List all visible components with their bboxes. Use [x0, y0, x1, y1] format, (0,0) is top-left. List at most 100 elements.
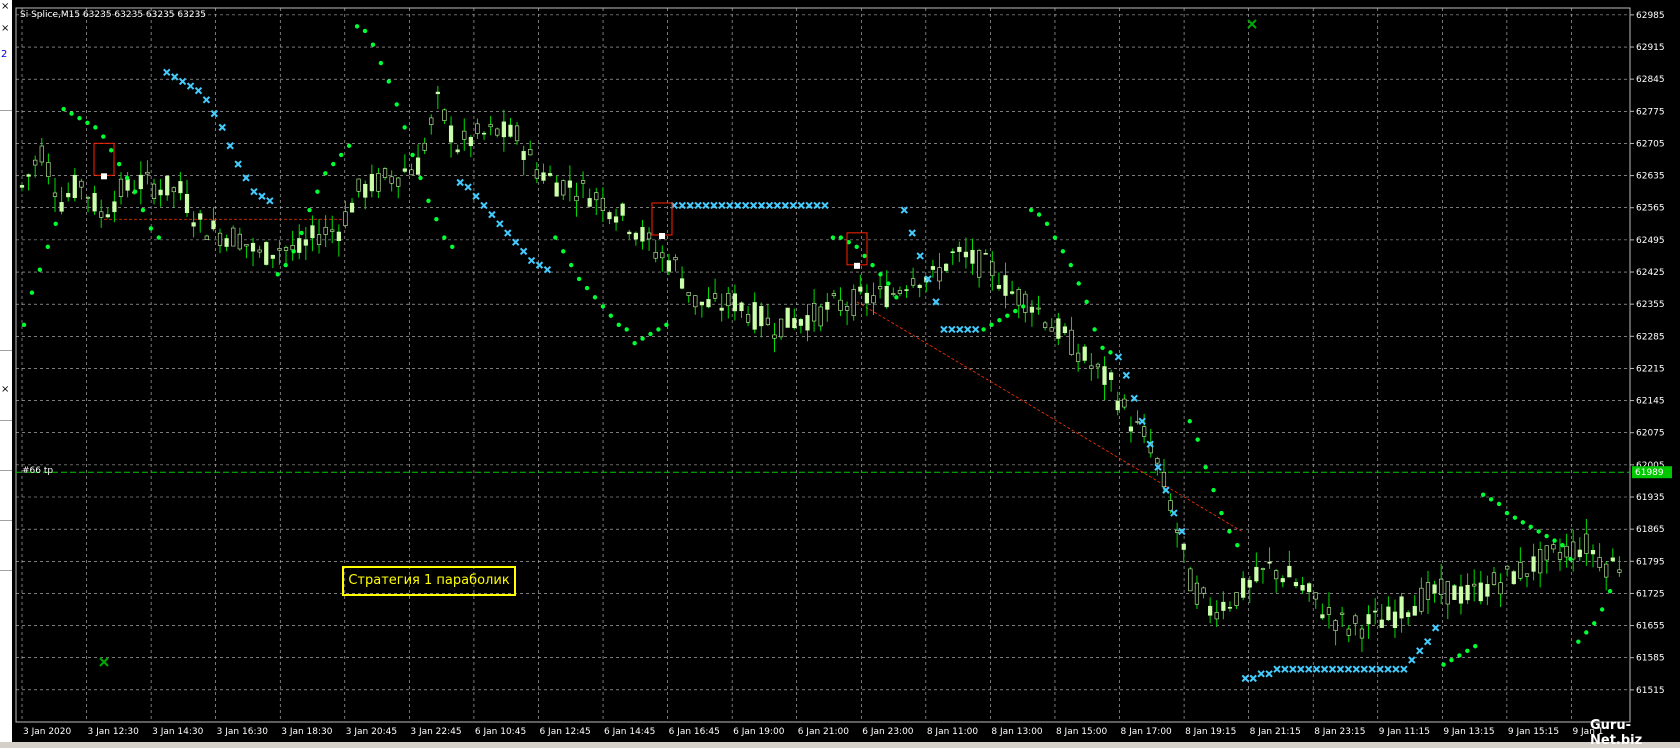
- y-tick-label: 61795: [1636, 557, 1665, 567]
- candle-body: [1109, 372, 1114, 380]
- chart-window[interactable]: 62985 62915 62845 62775 62705 62635 62565 62495…: [12, 0, 1680, 748]
- sar-dot: [124, 175, 130, 181]
- candle-body: [1208, 605, 1213, 616]
- y-tick-label: 61865: [1636, 525, 1665, 535]
- candle-body: [1584, 533, 1589, 554]
- sar-dot: [608, 313, 614, 318]
- candle-body: [1128, 426, 1134, 432]
- candle-body: [1221, 601, 1226, 611]
- sar-dot: [386, 79, 391, 84]
- candle-body: [435, 91, 440, 95]
- sar-dot: [1005, 313, 1010, 318]
- left-strip-link[interactable]: 2: [1, 50, 7, 60]
- close-icon[interactable]: ×: [1, 24, 9, 34]
- sar-cross: [234, 160, 242, 168]
- x-tick-label: 3 Jan 14:30: [152, 727, 204, 737]
- candle-body: [1307, 583, 1312, 593]
- candle-body: [1188, 568, 1193, 592]
- candle-body: [1458, 586, 1464, 604]
- candle-body: [508, 124, 513, 137]
- candle-body: [1280, 578, 1285, 583]
- sar-dot: [1576, 639, 1581, 644]
- sar-dot: [1544, 533, 1549, 539]
- candle-body: [138, 174, 143, 190]
- candle-body: [409, 169, 414, 176]
- y-tick-label: 62635: [1636, 172, 1665, 182]
- candle-body: [1095, 363, 1101, 368]
- candle-body: [264, 242, 269, 265]
- sar-cross: [964, 325, 972, 334]
- candle-body: [1511, 571, 1516, 585]
- sar-cross: [741, 201, 750, 210]
- sar-cross: [1344, 665, 1353, 673]
- sar-cross: [163, 68, 171, 76]
- candle-body: [1135, 421, 1140, 423]
- close-icon[interactable]: ×: [1, 2, 9, 12]
- candle-body: [475, 123, 480, 134]
- candle-body: [798, 319, 803, 326]
- sar-dot: [624, 327, 629, 332]
- candle-body: [184, 194, 190, 214]
- candle-body: [1010, 291, 1015, 294]
- candle-body: [1082, 346, 1087, 361]
- sar-cross: [1312, 665, 1321, 673]
- price-chart[interactable]: 62985 62915 62845 62775 62705 62635 62565 62495…: [12, 0, 1680, 742]
- sar-cross: [821, 201, 829, 210]
- sar-dot: [1552, 538, 1557, 543]
- candle-body: [1597, 557, 1602, 568]
- candle-body: [1524, 573, 1530, 577]
- candle-body: [911, 278, 916, 286]
- candle-body: [904, 289, 909, 291]
- y-tick-label: 62425: [1636, 268, 1665, 278]
- candle-body: [845, 306, 850, 311]
- sar-cross: [718, 201, 726, 210]
- candle-body: [1531, 556, 1536, 572]
- sar-cross: [1289, 665, 1297, 673]
- sar-dot: [101, 134, 106, 139]
- sar-dot: [1235, 543, 1240, 548]
- sar-cross: [1241, 674, 1249, 683]
- sar-cross: [908, 229, 916, 237]
- sar-dot: [283, 262, 288, 268]
- sar-dot: [1060, 249, 1066, 254]
- candle-body: [171, 187, 176, 193]
- candle-body: [917, 284, 922, 288]
- candle-body: [237, 233, 242, 250]
- sar-dot: [1512, 515, 1518, 520]
- sar-dot: [640, 336, 645, 341]
- sar-dot: [1028, 207, 1034, 213]
- candle-body: [712, 293, 718, 299]
- candle-body: [39, 145, 44, 163]
- sar-dot: [1607, 588, 1613, 594]
- candle-body: [686, 292, 691, 296]
- candle-body: [151, 183, 157, 199]
- candle-body: [270, 254, 275, 259]
- sar-dot: [85, 120, 90, 125]
- close-icon[interactable]: ×: [1, 385, 9, 395]
- sar-dot: [1084, 299, 1089, 305]
- sell-arrow-icon: [93, 142, 115, 176]
- sar-cross: [1431, 624, 1440, 632]
- cross-icon: [1247, 19, 1257, 29]
- sar-dot: [1528, 524, 1533, 530]
- trade-markers: [93, 19, 1257, 667]
- sar-dot: [418, 175, 423, 181]
- divider: [0, 470, 12, 471]
- candle-body: [283, 247, 289, 251]
- candle-body: [165, 175, 170, 196]
- sar-dot: [29, 290, 35, 295]
- sar-dot: [354, 24, 360, 29]
- sar-dot: [1044, 221, 1050, 227]
- candle-body: [422, 142, 427, 151]
- candle-body: [310, 225, 315, 239]
- sar-cross: [202, 96, 211, 104]
- sar-dot: [1496, 501, 1502, 507]
- sar-dot: [1076, 281, 1081, 286]
- candle-body: [653, 252, 658, 259]
- x-tick-label: 8 Jan 21:15: [1250, 727, 1301, 737]
- sar-dot: [1488, 497, 1494, 502]
- y-tick-label: 61935: [1636, 493, 1665, 503]
- sar-dot: [1021, 304, 1026, 309]
- sar-cross: [535, 261, 544, 269]
- candle-body: [963, 251, 969, 258]
